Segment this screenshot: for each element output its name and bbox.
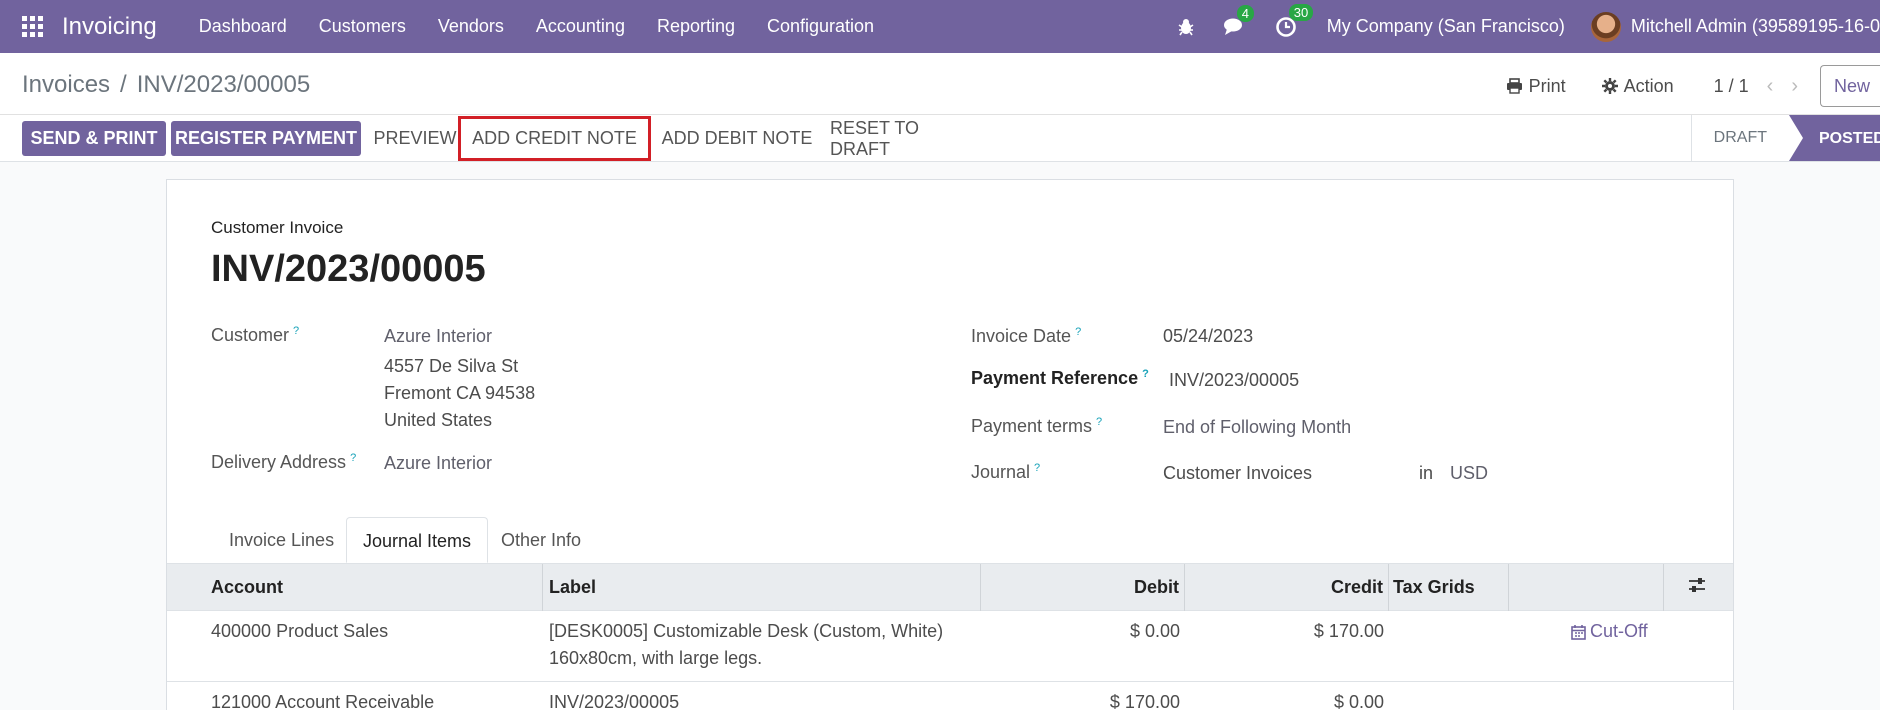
menu-reporting[interactable]: Reporting (657, 16, 735, 37)
help-icon[interactable]: ? (350, 452, 356, 464)
top-navbar: Invoicing Dashboard Customers Vendors Ac… (0, 0, 1880, 53)
help-icon[interactable]: ? (1096, 416, 1102, 428)
journal-label: Journal? (971, 462, 1041, 482)
table-row[interactable]: 400000 Product Sales [DESK0005] Customiz… (167, 611, 1733, 682)
payment-terms-field[interactable]: End of Following Month (1163, 417, 1351, 438)
help-icon[interactable]: ? (1075, 326, 1081, 338)
stage-posted: POSTED (1789, 115, 1880, 161)
breadcrumb-current: INV/2023/00005 (136, 71, 311, 98)
row-label-line1: [DESK0005] Customizable Desk (Custom, Wh… (549, 621, 944, 641)
payment-reference-label: Payment Reference? (971, 368, 1149, 388)
cut-off-button[interactable]: Cut-Off (1571, 621, 1648, 642)
row-label-line2: 160x80cm, with large legs. (549, 648, 763, 668)
pager-value[interactable]: 1 / 1 (1714, 76, 1749, 97)
document-type: Customer Invoice (211, 218, 344, 237)
preview-button[interactable]: PREVIEW (372, 121, 458, 156)
add-debit-note-button[interactable]: ADD DEBIT NOTE (660, 121, 814, 156)
invoice-form-sheet: Customer Invoice INV/2023/00005 Customer… (166, 179, 1734, 710)
send-print-button[interactable]: SEND & PRINT (22, 121, 166, 156)
breadcrumb: Invoices / INV/2023/00005 (22, 71, 310, 99)
activities-badge: 30 (1288, 3, 1314, 21)
status-stages: DRAFT POSTED (1690, 115, 1880, 161)
tab-other-info[interactable]: Other Info (501, 517, 581, 563)
debug-bug-icon[interactable] (1177, 18, 1195, 36)
column-debit[interactable]: Debit (981, 564, 1185, 611)
action-button[interactable]: Action (1601, 75, 1674, 97)
address-line-3: United States (384, 410, 493, 430)
customer-field[interactable]: Azure Interior (384, 326, 492, 347)
column-spacer (1509, 564, 1664, 611)
menu-vendors[interactable]: Vendors (438, 16, 504, 37)
tab-journal-items[interactable]: Journal Items (346, 517, 489, 563)
journal-in-label: in (1419, 463, 1434, 483)
column-credit[interactable]: Credit (1185, 564, 1389, 611)
optional-columns-toggle-icon[interactable] (1664, 564, 1733, 611)
invoice-date-field[interactable]: 05/24/2023 (1163, 326, 1253, 347)
row-credit: $ 0.00 (1333, 692, 1384, 710)
add-credit-note-button[interactable]: ADD CREDIT NOTE (458, 116, 651, 161)
journal-items-header: Account Label Debit Credit Tax Grids (167, 563, 1733, 611)
register-payment-button[interactable]: REGISTER PAYMENT (171, 121, 361, 156)
help-icon[interactable]: ? (1142, 368, 1149, 380)
menu-customers[interactable]: Customers (319, 16, 406, 37)
stage-draft[interactable]: DRAFT (1692, 129, 1789, 147)
breadcrumb-separator: / (120, 71, 127, 98)
invoice-date-label: Invoice Date? (971, 326, 1082, 346)
row-debit: $ 170.00 (1109, 692, 1180, 710)
company-switcher[interactable]: My Company (San Francisco) (1327, 16, 1565, 37)
user-avatar[interactable] (1590, 11, 1621, 42)
control-panel: Invoices / INV/2023/00005 Print Action 1 /… (0, 53, 1880, 115)
payment-reference-field[interactable]: INV/2023/00005 (1169, 370, 1299, 391)
cut-off-label: Cut-Off (1590, 621, 1648, 641)
print-label: Print (1528, 75, 1566, 96)
main-menu: Dashboard Customers Vendors Accounting R… (183, 16, 890, 37)
column-account[interactable]: Account (211, 564, 543, 611)
journal-field[interactable]: Customer Invoices (1163, 463, 1312, 484)
row-debit: $ 0.00 (1129, 621, 1180, 641)
column-label[interactable]: Label (549, 564, 981, 611)
activity-clock-icon[interactable]: 30 (1275, 3, 1314, 38)
row-credit: $ 170.00 (1313, 621, 1384, 641)
new-button[interactable]: New (1820, 65, 1880, 107)
menu-accounting[interactable]: Accounting (536, 16, 625, 37)
table-row[interactable]: 121000 Account Receivable INV/2023/00005… (167, 682, 1733, 710)
status-bar: SEND & PRINT REGISTER PAYMENT PREVIEW AD… (0, 115, 1880, 162)
delivery-address-field[interactable]: Azure Interior (384, 453, 492, 474)
messages-badge: 4 (1236, 4, 1254, 22)
row-account: 400000 Product Sales (211, 621, 389, 641)
notebook-tabs: Invoice Lines Journal Items Other Info (167, 517, 1735, 563)
messages-icon[interactable]: 4 (1223, 4, 1254, 37)
currency-field[interactable]: USD (1450, 463, 1488, 484)
apps-menu-icon[interactable] (22, 15, 44, 38)
customer-label: Customer? (211, 325, 300, 345)
address-line-2: Fremont CA 94538 (384, 383, 536, 403)
help-icon[interactable]: ? (293, 325, 299, 337)
invoice-number-title: INV/2023/00005 (211, 248, 486, 290)
calendar-icon (1571, 624, 1586, 640)
menu-dashboard[interactable]: Dashboard (199, 16, 287, 37)
app-name[interactable]: Invoicing (62, 13, 157, 41)
menu-configuration[interactable]: Configuration (767, 16, 874, 37)
user-menu[interactable]: Mitchell Admin (39589195-16-0 (1631, 16, 1880, 37)
row-account: 121000 Account Receivable (211, 692, 435, 710)
print-button[interactable]: Print (1506, 76, 1566, 97)
tab-invoice-lines[interactable]: Invoice Lines (229, 517, 334, 563)
print-icon (1506, 78, 1522, 94)
pager-next-icon[interactable]: › (1791, 75, 1798, 98)
action-label: Action (1623, 75, 1674, 96)
row-label-line1: INV/2023/00005 (549, 692, 680, 710)
delivery-address-label: Delivery Address? (211, 452, 357, 472)
column-tax-grids[interactable]: Tax Grids (1389, 564, 1509, 611)
help-icon[interactable]: ? (1034, 462, 1040, 474)
reset-to-draft-button[interactable]: RESET TO DRAFT (830, 118, 982, 159)
gear-icon (1601, 78, 1618, 94)
breadcrumb-invoices[interactable]: Invoices (22, 71, 110, 98)
pager-previous-icon[interactable]: ‹ (1767, 75, 1774, 98)
payment-terms-label: Payment terms? (971, 416, 1103, 436)
address-line-1: 4557 De Silva St (384, 356, 519, 376)
